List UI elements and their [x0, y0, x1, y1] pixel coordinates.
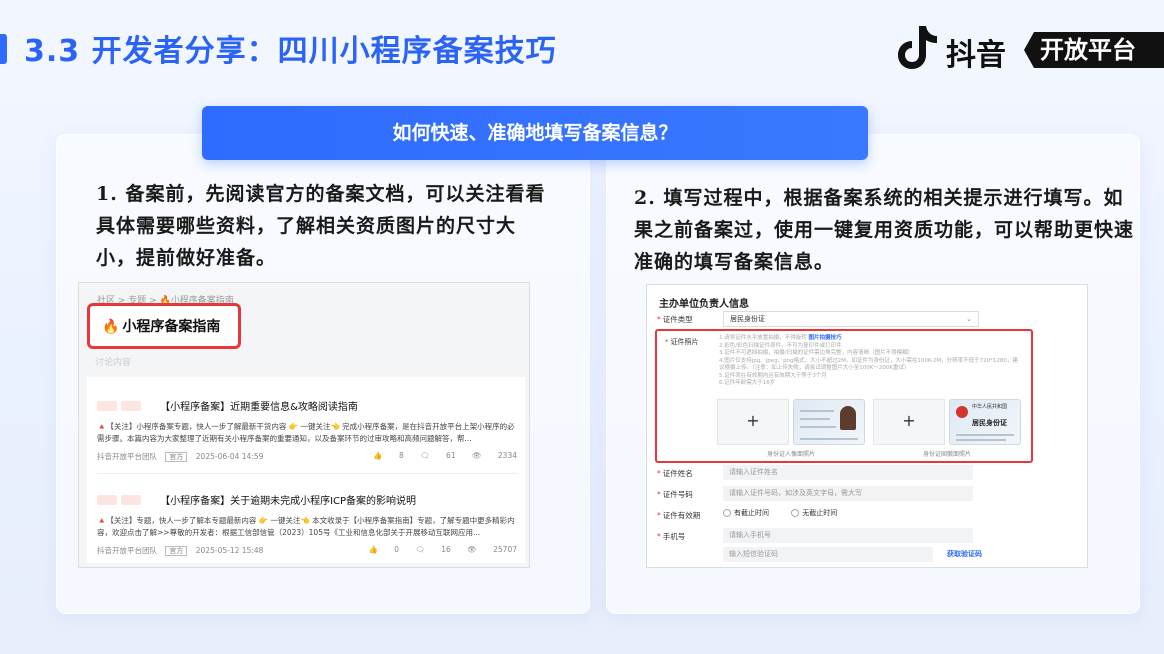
national-emblem-icon — [956, 406, 968, 418]
name-row: * 证件姓名 请输入证件姓名 — [657, 465, 1077, 481]
brand-name: 抖音 — [946, 38, 1006, 73]
phone-row: * 手机号 请输入手机号 — [657, 528, 1077, 544]
comment-count: 61 — [446, 451, 456, 460]
view-count: 2334 — [497, 451, 517, 460]
portrait-image — [840, 406, 856, 430]
radio-label: 有截止时间 — [734, 509, 769, 517]
get-code-button[interactable]: 获取验证码 — [947, 549, 982, 559]
view-icon: 👁 — [471, 451, 482, 460]
number-label: 证件号码 — [662, 490, 693, 499]
validity-row: * 证件有效期 有截止时间 无截止时间 — [657, 508, 838, 520]
official-badge: 官方 — [165, 452, 188, 462]
phone-input[interactable]: 请输入手机号 — [723, 528, 973, 543]
form-screenshot: 主办单位负责人信息 * 证件类型 居民身份证 ⌄ * 证件照片 1.请将证件水平放置… — [646, 284, 1088, 568]
photo-tips: 1.请将证件水平放置拍摄，不得旋转 图片拍摄技巧 2.彩色/彩色扫描证件原件，不… — [719, 335, 1019, 388]
photo-tip: 1.请将证件水平放置拍摄，不得旋转 — [719, 335, 807, 341]
like-icon[interactable]: 👍 — [368, 545, 377, 554]
id-type-label: 证件类型 — [662, 315, 693, 324]
radio-label: 无截止时间 — [802, 509, 838, 517]
article-list: 【小程序备案】近期重要信息&攻略阅读指南 🔺【关注】小程序备案专题，快人一步了解… — [87, 377, 525, 563]
view-icon: 👁 — [467, 545, 477, 554]
guide-title-highlight: 🔥 小程序备案指南 — [87, 303, 241, 349]
list-item[interactable]: 【小程序备案】关于逾期未完成小程序ICP备案的影响说明 🔺【关注】专题，快人一步… — [97, 489, 517, 557]
number-input[interactable]: 请输入证件号码，如涉及英文字母，需大写 — [723, 486, 973, 501]
id-type-select[interactable]: 居民身份证 ⌄ — [723, 311, 979, 327]
id-card-back-sample: 中华人民共和国 居民身份证 — [949, 399, 1021, 445]
divider — [97, 473, 517, 474]
validity-options: 有截止时间 无截止时间 — [723, 508, 837, 518]
douyin-logo-icon — [898, 26, 937, 69]
brand-logo-group: 抖音 开放平台 — [894, 22, 1164, 74]
radio-no-expiry[interactable] — [791, 509, 800, 517]
article-meta: 抖音开放平台团队 官方 2025-05-12 15:48 👍 0 🗨 16 👁 … — [97, 545, 517, 557]
photo-label: 证件照片 — [670, 338, 699, 346]
publish-date: 2025-05-12 15:48 — [195, 546, 264, 555]
faint-subtitle: 讨论内容 — [95, 358, 132, 368]
comment-icon[interactable]: 🗨 — [420, 451, 430, 460]
left-paragraph: 1. 备案前，先阅读官方的备案文档，可以关注看看具体需要哪些资料，了解相关资质图… — [96, 183, 546, 269]
id-type-row: * 证件类型 居民身份证 ⌄ — [657, 311, 1077, 327]
brand-tag: 开放平台 — [1024, 32, 1164, 68]
form-heading: 主办单位负责人信息 — [659, 299, 749, 310]
publish-date: 2025-06-04 14:59 — [195, 452, 264, 461]
tag-pill — [97, 494, 117, 505]
article-meta: 抖音开放平台团队 官方 2025-06-04 14:59 👍 8 🗨 61 👁 … — [97, 451, 517, 463]
tag-pill — [121, 400, 141, 411]
phone-label: 手机号 — [662, 532, 686, 541]
guide-screenshot: 社区 > 专题 > 🔥小程序备案指南 🔥 小程序备案指南 讨论内容 【小程序备案】… — [78, 282, 530, 568]
view-count: 25707 — [493, 545, 517, 554]
number-row: * 证件号码 请输入证件号码，如涉及英文字母，需大写 — [657, 486, 1077, 502]
validity-label: 证件有效期 — [662, 511, 701, 520]
right-paragraph: 2. 填写过程中，根据备案系统的相关提示进行填写。如果之前备案过，使用一键复用资… — [634, 187, 1135, 273]
photo-tip: 6.证件年龄需大于16岁 — [719, 380, 776, 386]
like-count: 8 — [398, 451, 404, 460]
article-body: 🔺【关注】小程序备案专题，快人一步了解最新干货内容 👉 一键关注👈 完成小程序备… — [97, 422, 515, 443]
comment-count: 16 — [441, 545, 451, 554]
comment-icon[interactable]: 🗨 — [415, 545, 425, 554]
list-item[interactable]: 【小程序备案】近期重要信息&攻略阅读指南 🔺【关注】小程序备案专题，快人一步了解… — [97, 395, 517, 463]
question-banner: 如何快速、准确地填写备案信息？ — [202, 106, 868, 160]
title-accent-bar — [0, 34, 7, 64]
author: 抖音开放平台团队 — [97, 546, 157, 555]
upload-back-button[interactable]: + — [873, 399, 945, 445]
tag-pill — [121, 494, 141, 505]
name-label: 证件姓名 — [662, 469, 693, 478]
id-photo-section: * 证件照片 1.请将证件水平放置拍摄，不得旋转 图片拍摄技巧 2.彩色/彩色扫描… — [655, 329, 1033, 463]
fire-icon: 🔥 — [102, 319, 120, 335]
official-badge: 官方 — [165, 546, 188, 556]
slide-title: 3.3 开发者分享：四川小程序备案技巧 — [24, 34, 557, 69]
photo-tip: 3.证件不可遮挡拍摄，拍摄/扫描的证件需边角完整，内容清晰（图片不得模糊） — [719, 350, 914, 356]
name-input[interactable]: 请输入证件姓名 — [723, 465, 973, 480]
chevron-down-icon: ⌄ — [966, 315, 972, 323]
article-body: 🔺【关注】专题，快人一步了解本专题最新内容 👉 一键关注👈 本文收录于【小程序备… — [97, 516, 515, 537]
guide-title: 🔥 小程序备案指南 — [102, 316, 220, 336]
id-type-value: 居民身份证 — [730, 315, 765, 323]
sms-row: 输入短信验证码 获取验证码 — [657, 547, 1077, 563]
like-icon[interactable]: 👍 — [373, 451, 382, 460]
article-title[interactable]: 【小程序备案】关于逾期未完成小程序ICP备案的影响说明 — [160, 496, 416, 507]
photo-tips-link[interactable]: 图片拍摄技巧 — [809, 335, 842, 341]
sms-code-input[interactable]: 输入短信验证码 — [723, 547, 933, 562]
article-title[interactable]: 【小程序备案】近期重要信息&攻略阅读指南 — [160, 402, 358, 413]
tag-pill — [97, 400, 117, 411]
back-caption: 身份证国徽面照片 — [923, 451, 972, 458]
photo-tip: 5.证件须在有效期内且有效期大于等于3个月 — [719, 372, 827, 379]
author: 抖音开放平台团队 — [97, 452, 157, 461]
photo-tip: 4.图片仅支持jpg、jpeg、png格式，大小不超过2M。如证件为身份证，大小… — [719, 357, 1018, 372]
id-card-front-sample — [793, 399, 865, 445]
photo-tip: 2.彩色/彩色扫描证件原件，不可为复印件或打印件 — [719, 342, 842, 349]
like-count: 0 — [394, 545, 399, 554]
front-caption: 身份证人像面照片 — [767, 451, 816, 458]
upload-front-button[interactable]: + — [717, 399, 789, 445]
radio-has-expiry[interactable] — [723, 509, 731, 517]
id-card-title: 居民身份证 — [972, 419, 1007, 427]
guide-title-text: 小程序备案指南 — [122, 319, 221, 335]
id-card-country: 中华人民共和国 — [972, 404, 1008, 410]
